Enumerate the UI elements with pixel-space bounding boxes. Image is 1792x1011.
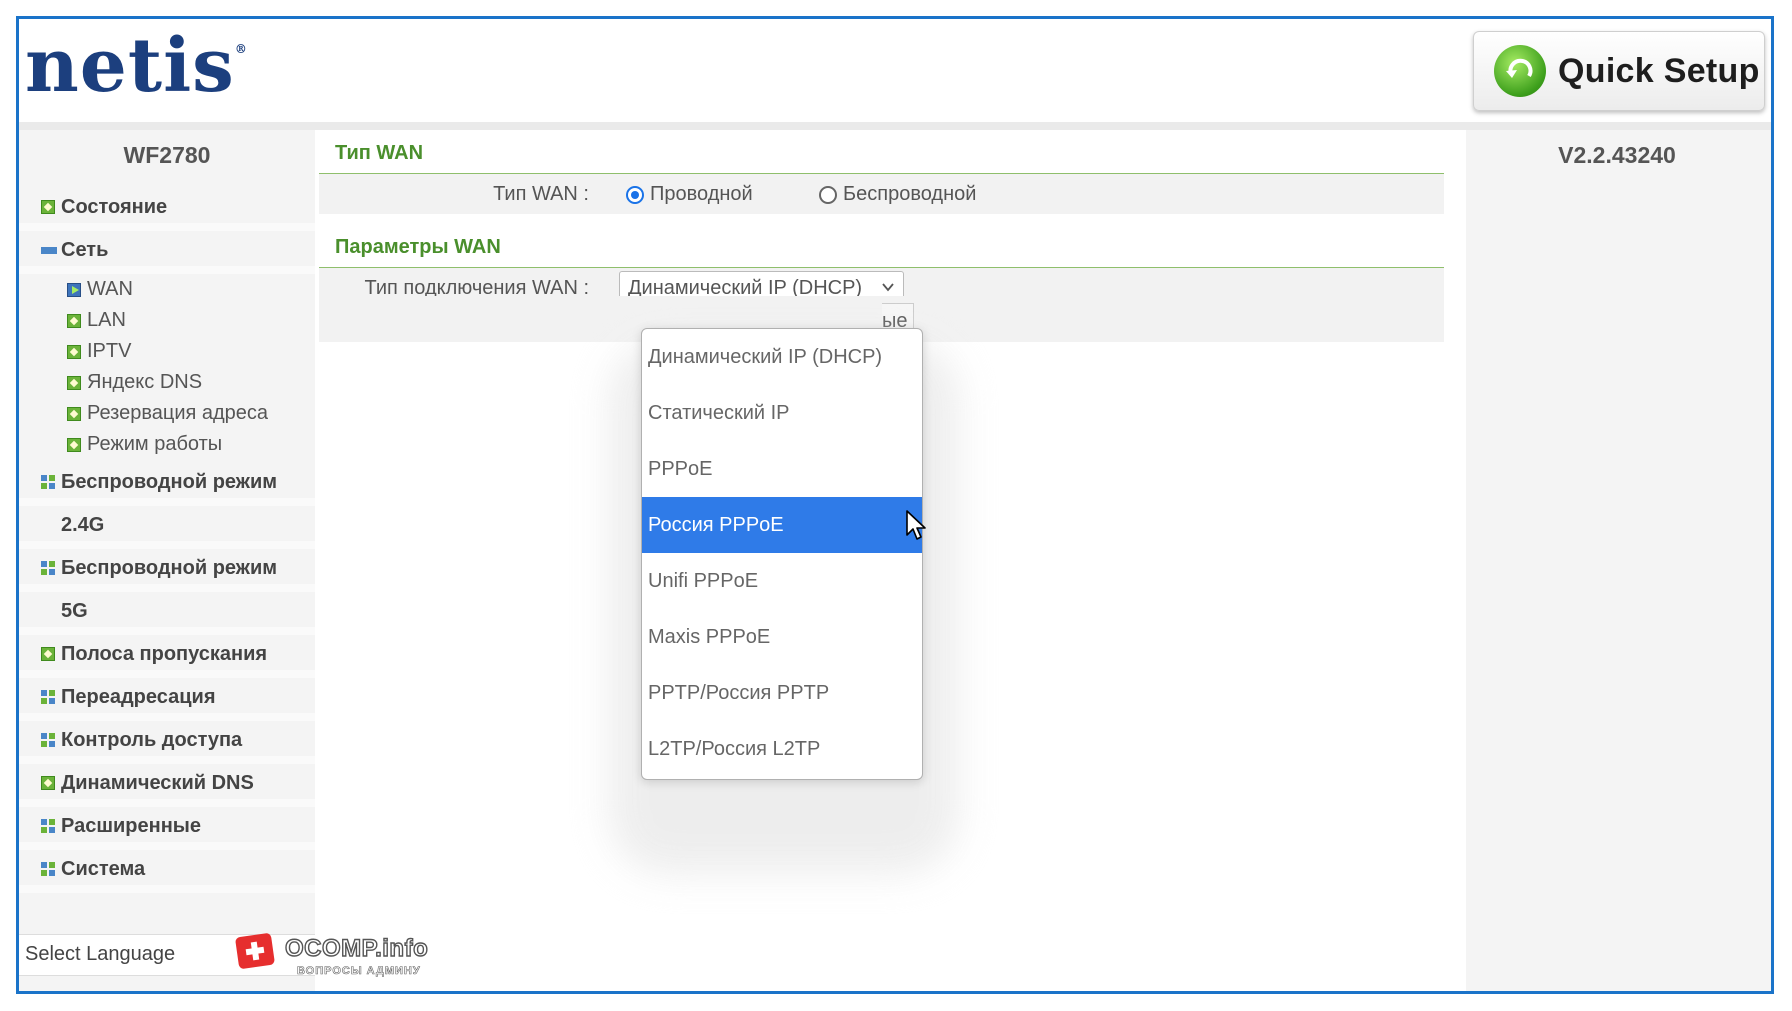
sidebar-subitem-address-reservation[interactable]: Резервация адреса	[19, 398, 315, 429]
firmware-version: V2.2.43240	[1558, 142, 1676, 168]
mouse-pointer-icon	[906, 510, 926, 540]
sidebar-item-wireless-24[interactable]: Беспроводной режим	[19, 463, 315, 506]
netis-logo: netis®	[25, 23, 248, 109]
bullet-icon	[67, 314, 81, 328]
radio-wireless[interactable]: Беспроводной	[819, 183, 976, 206]
quick-setup-label: Quick Setup	[1558, 51, 1760, 90]
ocomp-watermark: OCOMP.info ВОПРОСЫ АДМИНУ	[234, 932, 452, 983]
bullet-icon	[41, 776, 55, 790]
radio-wired[interactable]: Проводной	[626, 183, 753, 206]
radio-wireless-circle[interactable]	[819, 185, 837, 204]
grid-icon	[41, 475, 55, 489]
bullet-icon	[41, 647, 55, 661]
right-column: V2.2.43240	[1463, 130, 1771, 991]
wan-type-label: Тип WAN :	[493, 183, 589, 205]
status-icon	[41, 200, 55, 214]
bullet-icon	[67, 407, 81, 421]
bullet-icon	[67, 345, 81, 359]
refresh-icon	[1494, 45, 1546, 97]
sidebar-subitem-lan[interactable]: LAN	[19, 305, 315, 336]
sidebar-item-access-control[interactable]: Контроль доступа	[19, 721, 315, 764]
model-name: WF2780	[123, 142, 211, 168]
grid-icon	[41, 819, 55, 833]
sidebar-item-system[interactable]: Система	[19, 850, 315, 893]
bullet-icon	[67, 376, 81, 390]
option-russia-pppoe[interactable]: Россия PPPoE	[642, 497, 922, 553]
arrow-icon	[67, 283, 81, 297]
screenshot-frame: netis® Quick Setup WF2780 Состояние Сеть	[16, 16, 1774, 994]
grid-icon	[41, 733, 55, 747]
sidebar-item-wireless-24-band[interactable]: 2.4G	[19, 506, 315, 549]
sidebar-item-forwarding[interactable]: Переадресация	[19, 678, 315, 721]
radio-wired-circle[interactable]	[626, 185, 644, 204]
sidebar-subitem-iptv[interactable]: IPTV	[19, 336, 315, 367]
sidebar-subitem-operation-mode[interactable]: Режим работы	[19, 429, 315, 463]
wan-type-dropdown[interactable]: Динамический IP (DHCP) Статический IP PP…	[641, 328, 923, 780]
header: netis® Quick Setup	[19, 19, 1771, 122]
grid-icon	[41, 561, 55, 575]
sidebar-item-wireless-5-band[interactable]: 5G	[19, 592, 315, 635]
option-unifi-pppoe[interactable]: Unifi PPPoE	[642, 553, 922, 609]
collapse-icon	[41, 243, 57, 257]
wan-type-row: Тип WAN : Проводной Беспроводной	[319, 174, 1444, 214]
ocomp-logo-icon	[234, 932, 276, 970]
section-title-wan-params: Параметры WAN	[335, 236, 501, 258]
chevron-down-icon	[882, 283, 894, 292]
quick-setup-button[interactable]: Quick Setup	[1473, 31, 1765, 111]
sidebar-item-advanced[interactable]: Расширенные	[19, 807, 315, 850]
sidebar: WF2780 Состояние Сеть WAN LAN IPTV Яндек…	[19, 130, 315, 991]
sidebar-subitem-yandex-dns[interactable]: Яндекс DNS	[19, 367, 315, 398]
option-pppoe[interactable]: PPPoE	[642, 441, 922, 497]
option-l2tp[interactable]: L2TP/Россия L2TP	[642, 721, 922, 777]
sidebar-item-bandwidth[interactable]: Полоса пропускания	[19, 635, 315, 678]
option-maxis-pppoe[interactable]: Maxis PPPoE	[642, 609, 922, 665]
section-title-wan-type: Тип WAN	[335, 142, 424, 164]
sidebar-item-ddns[interactable]: Динамический DNS	[19, 764, 315, 807]
sidebar-item-status[interactable]: Состояние	[19, 188, 315, 231]
sidebar-subitem-wan[interactable]: WAN	[19, 274, 315, 305]
grid-icon	[41, 862, 55, 876]
bullet-icon	[67, 438, 81, 452]
grid-icon	[41, 690, 55, 704]
option-pptp[interactable]: PPTP/Россия PPTP	[642, 665, 922, 721]
option-dhcp[interactable]: Динамический IP (DHCP)	[642, 329, 922, 385]
option-static-ip[interactable]: Статический IP	[642, 385, 922, 441]
sidebar-item-network[interactable]: Сеть	[19, 231, 315, 274]
sidebar-item-wireless-5[interactable]: Беспроводной режим	[19, 549, 315, 592]
header-divider	[19, 122, 1771, 130]
sidebar-menu: Состояние Сеть WAN LAN IPTV Яндекс DNS Р…	[19, 188, 315, 893]
